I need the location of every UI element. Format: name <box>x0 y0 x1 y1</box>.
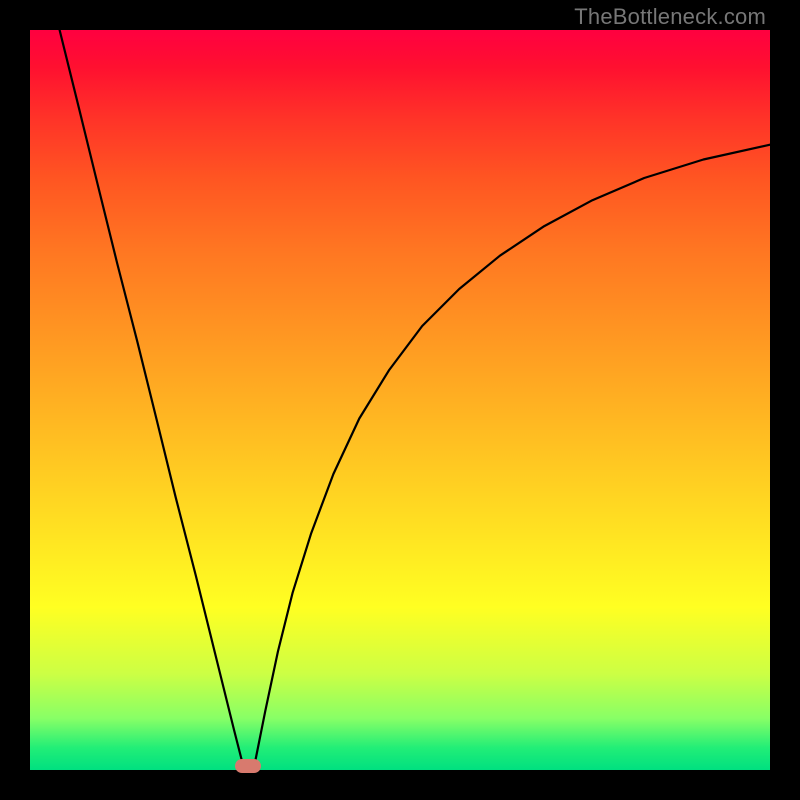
left-branch-path <box>60 30 243 763</box>
right-branch-path <box>255 145 770 763</box>
plot-area <box>30 30 770 770</box>
curve-svg <box>30 30 770 770</box>
minimum-marker <box>235 759 261 773</box>
chart-frame: TheBottleneck.com <box>0 0 800 800</box>
watermark-label: TheBottleneck.com <box>574 4 766 30</box>
